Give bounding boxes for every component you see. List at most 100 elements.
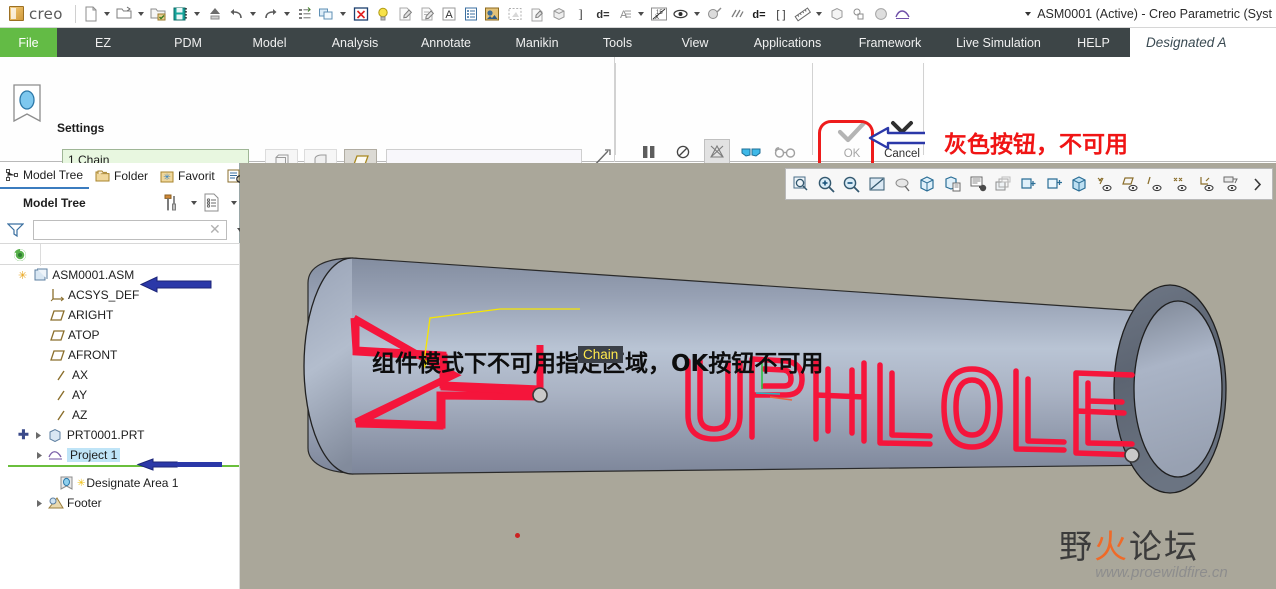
annotation-dropdown-icon[interactable] xyxy=(637,11,644,16)
qat-redo[interactable] xyxy=(260,2,294,26)
tab-analysis[interactable]: Analysis xyxy=(312,28,398,57)
qat-shade-cube[interactable] xyxy=(548,2,570,26)
qat-datum-d[interactable]: d= xyxy=(748,2,770,26)
tab-live-simulation[interactable]: Live Simulation xyxy=(940,28,1057,57)
qat-annotation-align[interactable]: A xyxy=(614,2,648,26)
measure-icon[interactable] xyxy=(793,4,813,24)
tab-ez[interactable]: EZ xyxy=(57,28,149,57)
dimension-icon[interactable]: d= xyxy=(593,4,613,24)
filter-funnel-icon[interactable] xyxy=(7,222,24,238)
close-window-icon[interactable] xyxy=(351,4,371,24)
tab-annotate[interactable]: Annotate xyxy=(398,28,494,57)
qat-annotate-2[interactable] xyxy=(416,2,438,26)
undo-icon[interactable] xyxy=(227,4,247,24)
qat-measure[interactable] xyxy=(792,2,826,26)
curve-icon[interactable] xyxy=(893,4,913,24)
annotate-pencil-icon[interactable] xyxy=(395,4,415,24)
glasses-blue-icon[interactable] xyxy=(738,139,764,165)
qat-sphere[interactable] xyxy=(870,2,892,26)
tab-designated-area-context[interactable]: Designated A xyxy=(1130,28,1276,57)
tab-tools[interactable]: Tools xyxy=(580,28,655,57)
settings-dropdown-icon[interactable] xyxy=(191,201,197,205)
qat-annotate-1[interactable] xyxy=(394,2,416,26)
qat-window-arrange[interactable] xyxy=(316,2,350,26)
redo-dropdown-icon[interactable] xyxy=(283,11,290,16)
qat-text[interactable]: A xyxy=(438,2,460,26)
tab-help[interactable]: HELP xyxy=(1057,28,1130,57)
qat-image-note[interactable] xyxy=(482,2,504,26)
repaint-icon[interactable] xyxy=(295,4,315,24)
dashed-box-icon[interactable] xyxy=(505,4,525,24)
save-icon[interactable] xyxy=(171,4,191,24)
qat-dimension[interactable]: d= xyxy=(592,2,614,26)
qat-save[interactable] xyxy=(170,2,204,26)
measure-dropdown-icon[interactable] xyxy=(815,11,822,16)
hatch-icon[interactable] xyxy=(727,4,747,24)
qat-layer-set[interactable] xyxy=(848,2,870,26)
note-list-icon[interactable] xyxy=(461,4,481,24)
tab-file[interactable]: File xyxy=(0,28,57,57)
qat-appearance[interactable] xyxy=(704,2,726,26)
layer-icon[interactable] xyxy=(527,4,547,24)
bracket-icon[interactable]: ] xyxy=(571,4,591,24)
datum-d-icon[interactable]: d= xyxy=(749,4,769,24)
nav-tab-model-tree[interactable]: Model Tree xyxy=(0,163,90,189)
qat-new-file[interactable] xyxy=(80,2,114,26)
qat-hatch[interactable] xyxy=(726,2,748,26)
window-dropdown-icon[interactable] xyxy=(339,11,346,16)
eye-icon[interactable] xyxy=(671,4,691,24)
qat-repaint[interactable] xyxy=(294,2,316,26)
qat-close-window[interactable] xyxy=(350,2,372,26)
qat-curve[interactable] xyxy=(892,2,914,26)
tab-model[interactable]: Model xyxy=(227,28,312,57)
nav-tab-favorites[interactable]: ✳ Favorit xyxy=(154,163,221,189)
expander-collapsed-icon[interactable] xyxy=(34,498,45,509)
wireframe-preview-icon[interactable] xyxy=(704,139,730,165)
expander-collapsed-icon[interactable] xyxy=(34,450,45,461)
window-arrange-icon[interactable] xyxy=(317,4,337,24)
pause-icon[interactable] xyxy=(636,139,662,165)
tab-manikin[interactable]: Manikin xyxy=(494,28,580,57)
nav-tab-folder[interactable]: Folder xyxy=(89,163,154,189)
volume-icon[interactable] xyxy=(827,4,847,24)
ratio-icon[interactable]: 15 x xyxy=(649,4,669,24)
settings-tools-icon[interactable] xyxy=(163,194,180,212)
graphics-window[interactable]: 组件模式下不可用指定区域，OK按钮不可用 Chain 野火论坛 www.proe… xyxy=(240,163,1276,589)
open-last-session-icon[interactable] xyxy=(149,4,169,24)
image-note-icon[interactable] xyxy=(483,4,503,24)
new-file-dropdown-icon[interactable] xyxy=(103,11,110,16)
glasses-grey-icon[interactable] xyxy=(772,139,798,165)
plus-badge-icon[interactable]: ✚ xyxy=(18,427,29,443)
qat-volume[interactable] xyxy=(826,2,848,26)
shade-cube-icon[interactable] xyxy=(549,4,569,24)
display-dropdown-icon[interactable] xyxy=(231,201,237,205)
qat-note-list[interactable] xyxy=(460,2,482,26)
clear-x-icon[interactable]: ✕ xyxy=(209,221,221,238)
save-dropdown-icon[interactable] xyxy=(193,11,200,16)
eye-dropdown-icon[interactable] xyxy=(693,11,700,16)
annotation-align-icon[interactable]: A xyxy=(615,4,635,24)
qat-eye[interactable] xyxy=(670,2,704,26)
refresh-icon[interactable] xyxy=(12,247,28,263)
tab-view[interactable]: View xyxy=(655,28,735,57)
lightbulb-icon[interactable] xyxy=(373,4,393,24)
undo-dropdown-icon[interactable] xyxy=(249,11,256,16)
qat-undo[interactable] xyxy=(226,2,260,26)
no-preview-icon[interactable] xyxy=(670,139,696,165)
annotate-pencil2-icon[interactable] xyxy=(417,4,437,24)
tab-pdm[interactable]: PDM xyxy=(149,28,227,57)
open-file-dropdown-icon[interactable] xyxy=(137,11,144,16)
qat-bracket[interactable]: ] xyxy=(570,2,592,26)
new-file-icon[interactable] xyxy=(81,4,101,24)
open-file-icon[interactable] xyxy=(115,4,135,24)
qat-ratio[interactable]: 15 x xyxy=(648,2,670,26)
sphere-icon[interactable] xyxy=(871,4,891,24)
qat-open-file[interactable] xyxy=(114,2,148,26)
qat-lightbulb[interactable] xyxy=(372,2,394,26)
window-menu-chevron-icon[interactable] xyxy=(1025,12,1032,16)
qat-layer[interactable] xyxy=(526,2,548,26)
tab-applications[interactable]: Applications xyxy=(735,28,840,57)
model-tree-filter-input[interactable] xyxy=(33,220,227,240)
tab-framework[interactable]: Framework xyxy=(840,28,940,57)
qat-open-last-session[interactable] xyxy=(148,2,170,26)
